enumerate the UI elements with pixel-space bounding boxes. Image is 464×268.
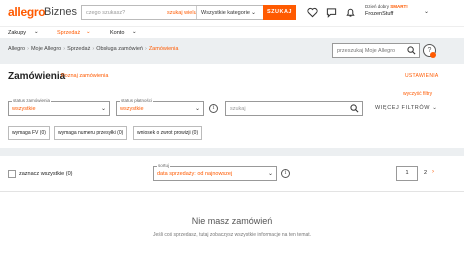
notification-dot bbox=[430, 52, 436, 58]
page-title: Zamówienia bbox=[8, 71, 66, 82]
nav-item-sprzedaz[interactable]: Sprzedaż bbox=[57, 30, 80, 36]
order-status-value: wszystkie bbox=[12, 106, 36, 112]
next-page-icon[interactable]: › bbox=[432, 169, 434, 175]
select-all-label[interactable]: zaznacz wszystkie (0) bbox=[19, 171, 73, 177]
breadcrumb-item[interactable]: Allegro bbox=[8, 46, 25, 52]
breadcrumb-item[interactable]: Moje Allegro bbox=[31, 46, 61, 52]
chevron-down-icon: ⌄ bbox=[267, 171, 273, 177]
chevron-down-icon: ⌄ bbox=[251, 10, 257, 16]
chevron-down-icon: ⌄ bbox=[194, 106, 200, 112]
page-input[interactable]: 1 bbox=[396, 166, 418, 181]
divider bbox=[0, 191, 464, 192]
search-scope-link[interactable]: szukaj wielu bbox=[167, 10, 197, 16]
select-all-checkbox[interactable] bbox=[8, 170, 16, 178]
learn-orders-link[interactable]: Poznaj zamówienia bbox=[61, 73, 108, 79]
nav-item-zakupy[interactable]: Zakupy bbox=[8, 30, 26, 36]
chevron-down-icon: ⌄ bbox=[100, 106, 106, 112]
chevron-down-icon: ⌄ bbox=[34, 29, 39, 35]
breadcrumb-item[interactable]: Obsługa zamówień bbox=[96, 46, 143, 52]
filters-panel: Zamówienia Poznaj zamówienia USTAWIENIA … bbox=[0, 64, 464, 148]
orders-search-input[interactable]: szukaj bbox=[230, 106, 246, 112]
filter-chip[interactable]: wymaga FV (0) bbox=[8, 126, 50, 140]
filter-chip[interactable]: wymaga numeru przesyłki (0) bbox=[54, 126, 128, 140]
breadcrumb-current: Zamówienia bbox=[148, 46, 179, 52]
chevron-down-icon: ⌄ bbox=[432, 105, 438, 111]
smart-badge: SMART! bbox=[390, 4, 408, 9]
order-status-label: status zamówienia bbox=[12, 98, 52, 103]
more-filters-button[interactable]: WIĘCEJ FILTRÓW ⌄ bbox=[375, 105, 437, 111]
breadcrumb-item[interactable]: Sprzedaż bbox=[67, 46, 90, 52]
search-input[interactable]: czego szukasz? bbox=[86, 10, 125, 16]
payment-status-select[interactable]: status płatności wszystkie ⌄ bbox=[116, 98, 204, 116]
sort-label: sortuj bbox=[157, 163, 171, 168]
my-allegro-search-input[interactable]: przeszukaj Moje Allegro bbox=[337, 48, 395, 54]
biznes-label: Biznes bbox=[44, 6, 78, 18]
user-greeting: Dzień dobry SMART! bbox=[365, 4, 408, 9]
allegro-logo[interactable]: allegro bbox=[8, 5, 46, 19]
heart-icon[interactable] bbox=[307, 7, 318, 18]
search-divider bbox=[196, 6, 197, 19]
empty-state-description: Jeśli coś sprzedasz, tutaj zobaczysz wsz… bbox=[152, 232, 312, 238]
info-icon[interactable]: i bbox=[209, 104, 218, 113]
info-icon[interactable]: i bbox=[281, 169, 290, 178]
chevron-down-icon: ⌄ bbox=[86, 29, 91, 35]
payment-status-label: status płatności bbox=[120, 98, 154, 103]
category-select[interactable]: Wszystkie kategorie bbox=[201, 10, 250, 16]
search-icon[interactable] bbox=[350, 104, 359, 113]
user-name[interactable]: FrozenStuff bbox=[365, 11, 393, 17]
nav-item-konto[interactable]: Konto bbox=[110, 30, 124, 36]
chevron-down-icon: ⌄ bbox=[132, 29, 137, 35]
sort-select[interactable]: sortuj data sprzedaży: od najnowszej ⌄ bbox=[153, 163, 277, 181]
main-nav: Zakupy ⌄ Sprzedaż ⌄ Konto ⌄ bbox=[0, 26, 464, 38]
search-icon[interactable] bbox=[407, 46, 416, 55]
orders-list-panel: zaznacz wszystkie (0) sortuj data sprzed… bbox=[0, 156, 464, 268]
sort-value: data sprzedaży: od najnowszej bbox=[157, 171, 233, 177]
bell-icon[interactable] bbox=[345, 7, 356, 18]
breadcrumb: Allegro › Moje Allegro › Sprzedaż › Obsługa za… bbox=[8, 46, 179, 52]
search-button[interactable]: SZUKAJ bbox=[263, 5, 296, 20]
filter-chip[interactable]: wniosek o zwrot prowizji (0) bbox=[133, 126, 203, 140]
page-total: 2 bbox=[424, 170, 428, 176]
order-status-select[interactable]: status zamówienia wszystkie ⌄ bbox=[8, 98, 110, 116]
chat-icon[interactable] bbox=[326, 7, 337, 18]
orders-search[interactable]: szukaj bbox=[225, 101, 363, 116]
clear-filters-link[interactable]: wyczyść filtry bbox=[403, 91, 432, 97]
payment-status-value: wszystkie bbox=[120, 106, 144, 112]
chevron-down-icon[interactable]: ⌄ bbox=[424, 8, 429, 15]
settings-link[interactable]: USTAWIENIA bbox=[405, 73, 439, 79]
empty-state-title: Nie masz zamówień bbox=[191, 216, 273, 226]
my-allegro-search[interactable]: przeszukaj Moje Allegro bbox=[332, 43, 420, 58]
top-header: allegro Biznes czego szukasz? szukaj wie… bbox=[0, 0, 464, 26]
